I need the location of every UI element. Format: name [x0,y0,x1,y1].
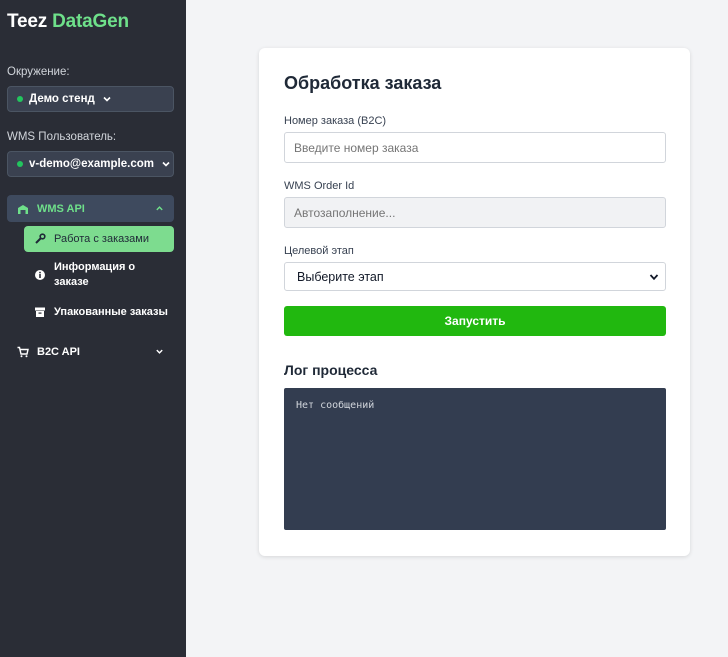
wms-user-label: WMS Пользователь: [7,131,117,143]
chevron-down-icon [156,349,163,354]
sidebar-item-order-info[interactable]: Информация о заказе [24,259,174,291]
nav-group-label: B2C API [37,345,80,358]
target-stage-select[interactable]: Выберите этап [284,262,666,291]
brand-accent: DataGen [52,11,129,32]
sidebar-item-packed-orders[interactable]: Упакованные заказы [24,301,174,323]
warehouse-icon [18,204,28,214]
sidebar-item-orders[interactable]: Работа с заказами [24,226,174,252]
brand-name: Teez [7,11,48,32]
status-dot-icon [17,96,23,102]
sidebar: Teez DataGen Окружение: Демо стенд WMS П… [0,0,186,657]
run-button[interactable]: Запустить [284,306,666,336]
wms-order-id-label: WMS Order Id [284,180,355,192]
log-empty-message: Нет сообщений [296,400,375,411]
wrench-icon [35,233,46,244]
chevron-up-icon [156,206,163,211]
chevron-down-icon [103,96,111,102]
wms-user-value: v-demo@example.com [29,158,154,170]
info-icon [35,270,45,280]
status-dot-icon [17,161,23,167]
archive-icon [35,307,45,317]
cart-icon [17,346,29,357]
page-title: Обработка заказа [284,73,442,93]
log-output[interactable]: Нет сообщений [284,388,666,530]
sidebar-item-label: Информация о заказе [54,260,135,290]
order-number-label: Номер заказа (B2C) [284,115,387,127]
sidebar-item-label: Упакованные заказы [54,306,168,318]
target-stage-label: Целевой этап [284,245,354,257]
environment-value: Демо стенд [29,93,95,105]
chevron-down-icon [162,161,170,167]
nav-group-label: WMS API [37,202,85,215]
order-number-input[interactable] [284,132,666,163]
label-line-1: Информация о [54,261,136,273]
log-title: Лог процесса [284,362,378,378]
chevron-down-icon [649,274,659,281]
app-logo[interactable]: Teez DataGen [7,11,129,33]
target-stage-value: Выберите этап [297,269,384,284]
environment-select[interactable]: Демо стенд [7,86,174,112]
sidebar-item-label: Работа с заказами [54,233,149,245]
environment-label: Окружение: [7,66,70,78]
order-processing-card: Обработка заказа Номер заказа (B2C) WMS … [259,48,690,556]
nav-group-b2c-api[interactable]: B2C API [7,338,174,365]
wms-order-id-input[interactable] [284,197,666,228]
wms-user-select[interactable]: v-demo@example.com [7,151,174,177]
nav-group-wms-api[interactable]: WMS API [7,195,174,222]
label-line-2: заказе [54,276,89,288]
